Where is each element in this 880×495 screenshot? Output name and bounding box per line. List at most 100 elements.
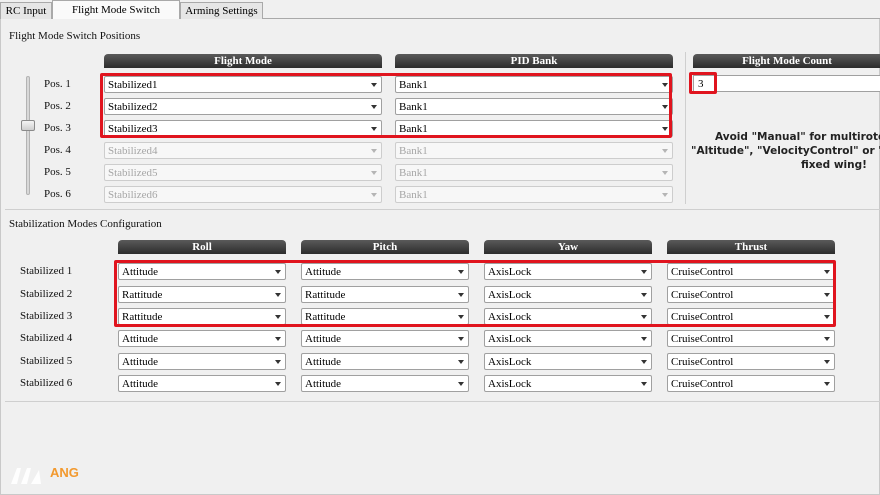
tab-rc-input[interactable]: RC Input <box>0 2 52 19</box>
pid-bank-select-6: Bank1 <box>395 186 673 203</box>
yaw-select-2[interactable]: AxisLock <box>484 286 652 303</box>
chevron-down-icon <box>641 337 647 341</box>
thrust-select-4[interactable]: CruiseControl <box>667 330 835 347</box>
position-label-3: Pos. 3 <box>44 122 71 134</box>
stabilized-label-2: Stabilized 2 <box>20 288 73 300</box>
yaw-value: AxisLock <box>488 356 532 368</box>
roll-select-1[interactable]: Attitude <box>118 263 286 280</box>
pid-bank-select-4: Bank1 <box>395 142 673 159</box>
yaw-select-1[interactable]: AxisLock <box>484 263 652 280</box>
stabilized-label-1: Stabilized 1 <box>20 265 73 277</box>
yaw-select-3[interactable]: AxisLock <box>484 308 652 325</box>
flight-mode-count-spinbox[interactable]: 3 <box>693 75 880 92</box>
tab-bar: RC Input Flight Mode Switch Settings Arm… <box>0 0 880 35</box>
yaw-value: AxisLock <box>488 378 532 390</box>
yaw-select-5[interactable]: AxisLock <box>484 353 652 370</box>
chevron-down-icon <box>458 293 464 297</box>
pid-bank-column-header: PID Bank <box>395 54 673 68</box>
roll-select-5[interactable]: Attitude <box>118 353 286 370</box>
pitch-column-header: Pitch <box>301 240 469 254</box>
pitch-select-2[interactable]: Rattitude <box>301 286 469 303</box>
yaw-column-header: Yaw <box>484 240 652 254</box>
pid-bank-value: Bank1 <box>399 79 428 91</box>
chevron-down-icon <box>371 171 377 175</box>
flight-mode-select-4: Stabilized4 <box>104 142 382 159</box>
chevron-down-icon <box>824 293 830 297</box>
thrust-select-3[interactable]: CruiseControl <box>667 308 835 325</box>
pitch-select-5[interactable]: Attitude <box>301 353 469 370</box>
chevron-down-icon <box>662 193 668 197</box>
flight-mode-select-6: Stabilized6 <box>104 186 382 203</box>
flight-mode-select-5: Stabilized5 <box>104 164 382 181</box>
thrust-select-2[interactable]: CruiseControl <box>667 286 835 303</box>
roll-select-2[interactable]: Rattitude <box>118 286 286 303</box>
yaw-value: AxisLock <box>488 289 532 301</box>
stabilized-label-5: Stabilized 5 <box>20 355 73 367</box>
thrust-column-header: Thrust <box>667 240 835 254</box>
pid-bank-value: Bank1 <box>399 189 428 201</box>
thrust-select-6[interactable]: CruiseControl <box>667 375 835 392</box>
flight-mode-switch-slider[interactable] <box>26 76 30 195</box>
pitch-value: Rattitude <box>305 289 346 301</box>
thrust-value: CruiseControl <box>671 378 734 390</box>
chevron-down-icon <box>275 293 281 297</box>
pid-bank-value: Bank1 <box>399 167 428 179</box>
roll-select-6[interactable]: Attitude <box>118 375 286 392</box>
pid-bank-value: Bank1 <box>399 101 428 113</box>
flight-mode-value: Stabilized4 <box>108 145 158 157</box>
chevron-down-icon <box>824 315 830 319</box>
position-label-2: Pos. 2 <box>44 100 71 112</box>
chevron-down-icon <box>824 337 830 341</box>
flight-mode-value: Stabilized3 <box>108 123 158 135</box>
flight-mode-value: Stabilized1 <box>108 79 158 91</box>
pitch-value: Attitude <box>305 333 342 345</box>
chevron-down-icon <box>458 270 464 274</box>
warning-line-3: fixed wing! <box>801 159 867 171</box>
pid-bank-select-1[interactable]: Bank1 <box>395 76 673 93</box>
slider-thumb[interactable] <box>21 120 35 131</box>
stabilized-label-3: Stabilized 3 <box>20 310 73 322</box>
thrust-select-1[interactable]: CruiseControl <box>667 263 835 280</box>
thrust-value: CruiseControl <box>671 356 734 368</box>
pitch-select-6[interactable]: Attitude <box>301 375 469 392</box>
chevron-down-icon <box>371 193 377 197</box>
thrust-value: CruiseControl <box>671 311 734 323</box>
thrust-value: CruiseControl <box>671 289 734 301</box>
roll-value: Attitude <box>122 333 159 345</box>
tab-content: Flight Mode Switch Positions Flight Mode… <box>0 19 880 495</box>
pid-bank-select-3[interactable]: Bank1 <box>395 120 673 137</box>
roll-select-3[interactable]: Rattitude <box>118 308 286 325</box>
watermark-text: ANG <box>50 465 79 480</box>
pitch-select-1[interactable]: Attitude <box>301 263 469 280</box>
pitch-select-3[interactable]: Rattitude <box>301 308 469 325</box>
position-label-1: Pos. 1 <box>44 78 71 90</box>
chevron-down-icon <box>275 315 281 319</box>
yaw-select-6[interactable]: AxisLock <box>484 375 652 392</box>
watermark-logo: ANG <box>11 465 79 484</box>
flight-mode-select-3[interactable]: Stabilized3 <box>104 120 382 137</box>
position-label-6: Pos. 6 <box>44 188 71 200</box>
flight-mode-section-title: Flight Mode Switch Positions <box>9 30 141 42</box>
chevron-down-icon <box>458 360 464 364</box>
pitch-select-4[interactable]: Attitude <box>301 330 469 347</box>
section-divider <box>5 209 880 210</box>
yaw-value: AxisLock <box>488 311 532 323</box>
chevron-down-icon <box>824 382 830 386</box>
tab-arming-settings[interactable]: Arming Settings <box>180 2 263 19</box>
pid-bank-select-2[interactable]: Bank1 <box>395 98 673 115</box>
flight-mode-select-2[interactable]: Stabilized2 <box>104 98 382 115</box>
chevron-down-icon <box>371 105 377 109</box>
yaw-select-4[interactable]: AxisLock <box>484 330 652 347</box>
pitch-value: Rattitude <box>305 311 346 323</box>
flight-mode-select-1[interactable]: Stabilized1 <box>104 76 382 93</box>
tab-flight-mode-switch-settings[interactable]: Flight Mode Switch Settings <box>52 0 180 35</box>
roll-value: Attitude <box>122 378 159 390</box>
roll-select-4[interactable]: Attitude <box>118 330 286 347</box>
roll-value: Rattitude <box>122 311 163 323</box>
chevron-down-icon <box>275 360 281 364</box>
chevron-down-icon <box>641 293 647 297</box>
chevron-down-icon <box>458 337 464 341</box>
thrust-select-5[interactable]: CruiseControl <box>667 353 835 370</box>
chevron-down-icon <box>371 149 377 153</box>
pid-bank-select-5: Bank1 <box>395 164 673 181</box>
